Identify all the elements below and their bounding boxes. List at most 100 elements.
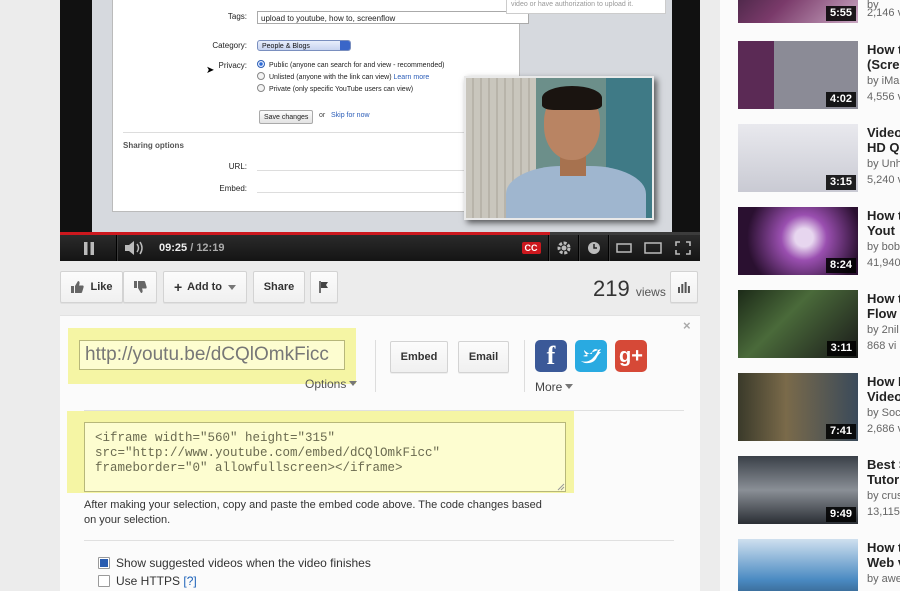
related-video-views: 5,240 v — [867, 174, 900, 186]
video-thumbnail[interactable]: 4:02 — [738, 41, 858, 109]
flag-icon — [319, 281, 328, 293]
related-video[interactable]: How t Web v by awe — [738, 539, 900, 591]
related-video-channel[interactable]: by awe — [867, 573, 900, 585]
twitter-share-button[interactable] — [575, 340, 607, 372]
related-video[interactable]: 5:55 by 2,146 v — [738, 0, 900, 25]
embed-help-text: After making your selection, copy and pa… — [84, 499, 542, 526]
related-video-title[interactable]: How t — [867, 208, 900, 223]
url-label: URL: — [228, 162, 247, 171]
category-select: People & Blogs — [257, 40, 351, 51]
more-share-options[interactable]: More — [535, 380, 574, 394]
video-frame[interactable]: Tags: upload to youtube, how to, screenf… — [60, 0, 700, 232]
close-icon[interactable]: × — [683, 319, 691, 332]
related-video-channel[interactable]: by iMa — [867, 75, 899, 87]
video-player[interactable]: Tags: upload to youtube, how to, screenf… — [60, 0, 700, 261]
related-video-title[interactable]: Best S — [867, 457, 900, 472]
video-thumbnail[interactable]: 3:15 — [738, 124, 858, 192]
show-suggested-label: Show suggested videos when the video fin… — [116, 556, 371, 570]
related-video-title[interactable]: How t — [867, 42, 900, 57]
email-button-label: Email — [468, 351, 499, 363]
duration-badge: 8:24 — [825, 258, 856, 273]
flag-button[interactable] — [310, 271, 338, 303]
pause-icon — [84, 241, 94, 255]
video-thumbnail[interactable]: 9:49 — [738, 456, 858, 524]
tags-input: upload to youtube, how to, screenflow — [257, 11, 529, 24]
stats-button[interactable] — [670, 271, 698, 303]
video-thumbnail[interactable]: 7:41 — [738, 373, 858, 441]
twitter-bird-icon — [581, 349, 601, 364]
related-video-title-line2[interactable]: Web v — [867, 555, 900, 570]
https-help-link[interactable]: [?] — [183, 574, 196, 588]
related-video-channel[interactable]: by Soc — [867, 407, 900, 419]
use-https-option[interactable]: Use HTTPS [?] — [98, 574, 197, 588]
like-button[interactable]: Like — [60, 271, 123, 303]
use-https-label: Use HTTPS — [116, 574, 181, 588]
sharing-options-heading: Sharing options — [123, 141, 184, 150]
related-video[interactable]: 8:24 How t Yout by bob 41,940 — [738, 207, 900, 277]
embed-button-label: Embed — [400, 351, 438, 363]
plus-icon: + — [173, 279, 183, 295]
duration-badge: 9:49 — [825, 507, 856, 522]
short-url-field[interactable]: http://youtu.be/dCQlOmkFicc — [79, 340, 345, 370]
related-video-title-line2[interactable]: HD Q — [867, 140, 900, 155]
settings-button[interactable] — [548, 235, 578, 261]
google-plus-icon: g+ — [619, 344, 643, 367]
chevron-down-icon — [565, 384, 574, 389]
watch-later-button[interactable] — [578, 235, 608, 261]
embed-code-textarea[interactable]: <iframe width="560" height="315" src="ht… — [84, 422, 566, 492]
fullscreen-button[interactable] — [668, 235, 698, 261]
show-suggested-option[interactable]: Show suggested videos when the video fin… — [98, 556, 371, 570]
video-thumbnail[interactable]: 8:24 — [738, 207, 858, 275]
small-player-icon — [615, 243, 632, 253]
related-video-title-line2[interactable]: Tutor — [867, 472, 899, 487]
large-player-icon — [644, 242, 662, 254]
duration-badge: 5:55 — [825, 6, 856, 21]
dislike-button[interactable] — [123, 271, 157, 303]
related-video[interactable]: 3:15 Video HD Q by Unh 5,240 v — [738, 124, 900, 194]
related-video-title[interactable]: Video — [867, 125, 900, 140]
related-video-title-line2[interactable]: Flow — [867, 306, 897, 321]
bar-chart-icon — [678, 281, 690, 293]
thumbs-down-icon — [134, 281, 147, 293]
chevron-down-icon — [349, 381, 358, 386]
video-thumbnail[interactable]: 5:55 — [738, 0, 858, 23]
share-button[interactable]: Share — [253, 271, 305, 303]
related-video-title-line2[interactable]: Video — [867, 389, 900, 404]
resize-handle-icon[interactable] — [557, 483, 565, 491]
embed-button[interactable]: Embed — [390, 341, 448, 373]
form-divider — [123, 132, 511, 133]
related-video-channel[interactable]: by 2nil — [867, 324, 899, 336]
volume-button[interactable] — [116, 235, 152, 261]
captions-button[interactable]: CC — [520, 235, 542, 261]
related-video[interactable]: 4:02 How t (Scre by iMa 4,556 v — [738, 41, 900, 111]
video-thumbnail[interactable]: 3:11 — [738, 290, 858, 358]
like-label: Like — [90, 281, 113, 293]
related-video-title[interactable]: How I — [867, 374, 900, 389]
checkbox-unchecked[interactable] — [98, 575, 110, 587]
related-video-channel[interactable]: by bob — [867, 241, 900, 253]
player-controls: 09:25 / 12:19 CC — [60, 235, 700, 261]
google-plus-share-button[interactable]: g+ — [615, 340, 647, 372]
related-video-channel[interactable]: by Unh — [867, 158, 900, 170]
related-video-title-line2[interactable]: (Scre — [867, 57, 900, 72]
related-video-title[interactable]: How t — [867, 291, 900, 306]
related-video[interactable]: 9:49 Best S Tutor by crus 13,115 — [738, 456, 900, 526]
related-video[interactable]: 7:41 How I Video by Soc 2,686 v — [738, 373, 900, 443]
email-button[interactable]: Email — [458, 341, 509, 373]
options-toggle[interactable]: Options — [305, 377, 358, 391]
video-thumbnail[interactable] — [738, 539, 858, 591]
skip-for-now-link: Skip for now — [331, 112, 370, 119]
or-text: or — [319, 112, 326, 119]
view-count: 219 views — [593, 276, 666, 301]
related-video-title-line2[interactable]: Yout — [867, 223, 895, 238]
small-player-button[interactable] — [608, 235, 638, 261]
facebook-share-button[interactable]: f — [535, 340, 567, 372]
related-video-title[interactable]: How t — [867, 540, 900, 555]
chevron-down-icon — [228, 284, 236, 290]
checkbox-checked[interactable] — [98, 557, 110, 569]
related-video[interactable]: 3:11 How t Flow by 2nil 868 vi — [738, 290, 900, 360]
pause-button[interactable] — [72, 235, 106, 261]
add-to-button[interactable]: + Add to — [163, 271, 247, 303]
related-video-channel[interactable]: by crus — [867, 490, 900, 502]
large-player-button[interactable] — [638, 235, 668, 261]
